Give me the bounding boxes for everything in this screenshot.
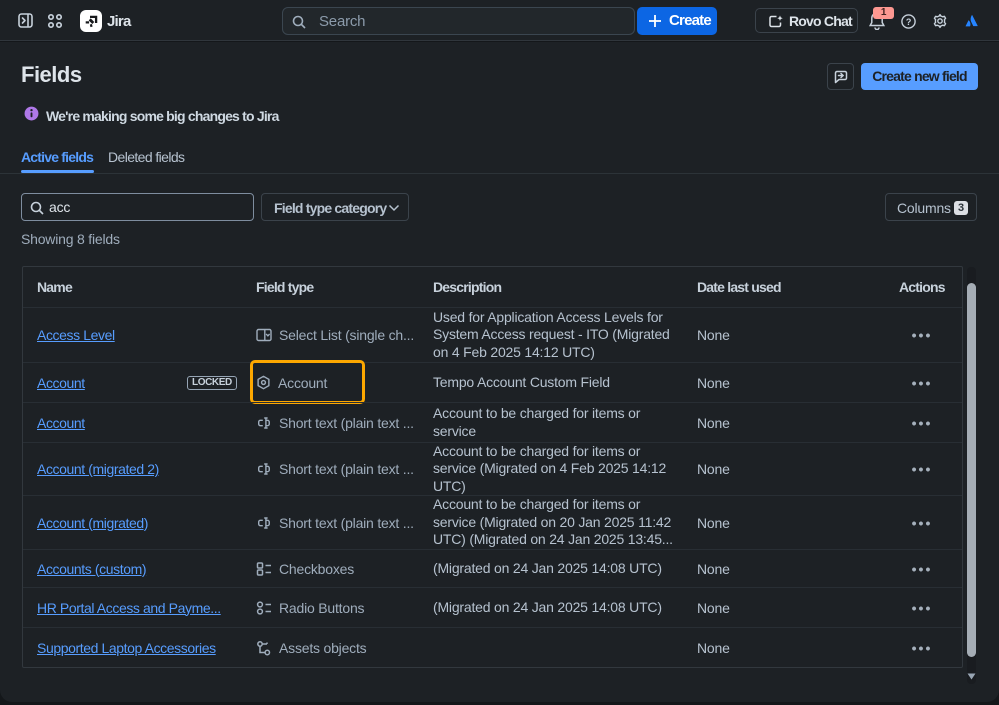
svg-text:?: ?: [906, 17, 911, 27]
